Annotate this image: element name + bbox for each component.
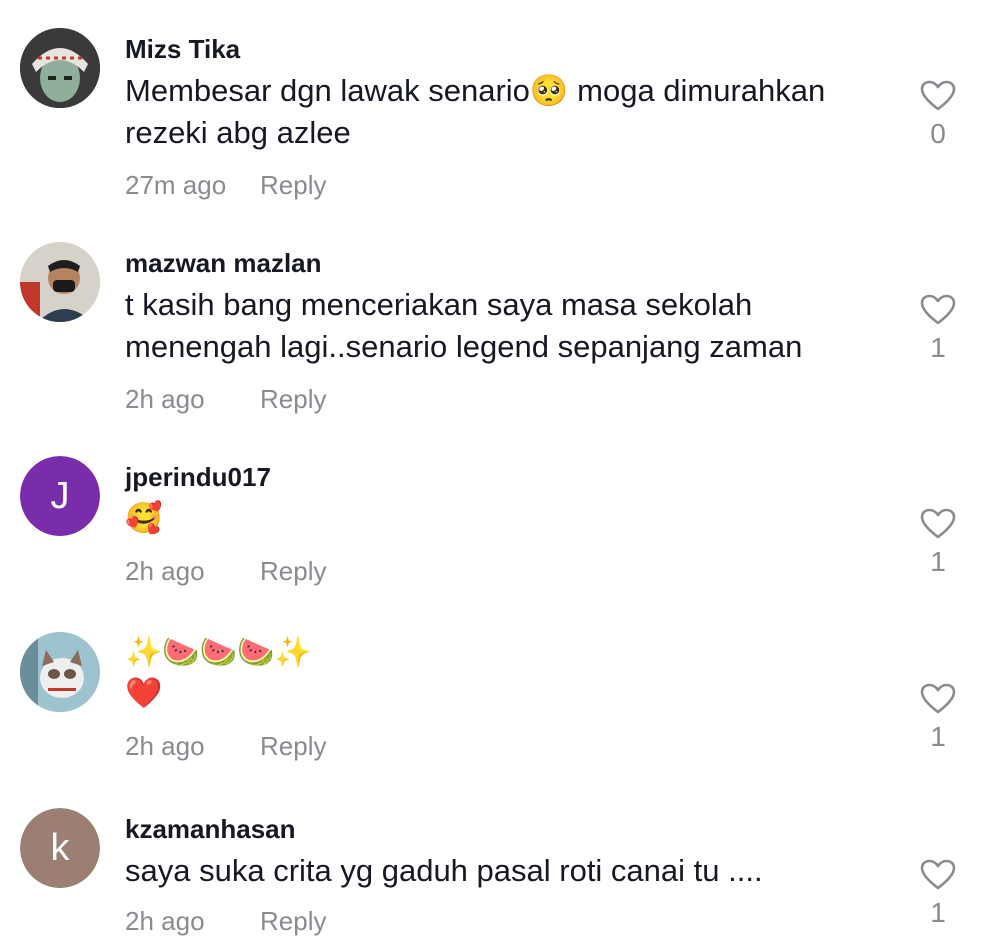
avatar-letter: k [50, 826, 70, 869]
comment-meta: 2h ago Reply [125, 906, 326, 937]
heart-outline-icon [920, 683, 956, 714]
like-count: 1 [930, 546, 946, 577]
heart-outline-icon [920, 508, 956, 539]
username[interactable]: Mizs Tika [125, 34, 240, 65]
heart-outline-icon [920, 294, 956, 325]
avatar[interactable]: k [20, 808, 100, 888]
reply-button[interactable]: Reply [260, 556, 326, 586]
timestamp: 2h ago [125, 906, 205, 936]
avatar-photo [20, 632, 100, 712]
like-count: 1 [930, 332, 946, 363]
avatar[interactable]: J [20, 456, 100, 536]
heart-outline-icon [920, 859, 956, 890]
avatar[interactable] [20, 242, 100, 322]
reply-button[interactable]: Reply [260, 170, 326, 200]
like-count: 1 [930, 897, 946, 928]
avatar[interactable] [20, 632, 100, 712]
username[interactable]: kzamanhasan [125, 814, 296, 845]
like-button[interactable]: 1 [910, 859, 966, 929]
comment-item: ✨🍉🍉🍉✨ ❤️ 2h ago Reply 1 [0, 605, 1006, 785]
timestamp: 2h ago [125, 384, 205, 414]
avatar-photo [20, 28, 100, 108]
comment-text-line2: ❤️ [125, 677, 163, 710]
username[interactable]: mazwan mazlan [125, 248, 322, 279]
comment-item: Mizs Tika Membesar dgn lawak senario🥺 mo… [0, 0, 1006, 210]
comment-meta: 2h ago Reply [125, 384, 326, 415]
comment-item: J jperindu017 🥰 2h ago Reply 1 [0, 430, 1006, 605]
comment-text-line1: ✨🍉🍉🍉✨ [125, 636, 312, 669]
like-count: 1 [930, 721, 946, 752]
reply-button[interactable]: Reply [260, 906, 326, 936]
comment-item: mazwan mazlan t kasih bang menceriakan s… [0, 210, 1006, 430]
like-button[interactable]: 1 [910, 508, 966, 578]
like-button[interactable]: 1 [910, 683, 966, 753]
avatar-photo [20, 242, 100, 322]
comment-text: Membesar dgn lawak senario🥺 moga dimurah… [125, 73, 826, 150]
comment-text: t kasih bang menceriakan saya masa sekol… [125, 287, 803, 364]
timestamp: 2h ago [125, 556, 205, 586]
timestamp: 2h ago [125, 731, 205, 761]
comment-text: saya suka crita yg gaduh pasal roti cana… [125, 853, 763, 888]
username[interactable]: jperindu017 [125, 462, 271, 493]
reply-button[interactable]: Reply [260, 384, 326, 414]
comment-text: 🥰 [125, 502, 163, 535]
like-count: 0 [930, 118, 946, 149]
like-button[interactable]: 1 [910, 294, 966, 364]
comment-item: k kzamanhasan saya suka crita yg gaduh p… [0, 785, 1006, 946]
avatar-letter: J [50, 474, 70, 517]
comment-meta: 2h ago Reply [125, 731, 326, 762]
heart-outline-icon [920, 80, 956, 111]
reply-button[interactable]: Reply [260, 731, 326, 761]
timestamp: 27m ago [125, 170, 227, 200]
avatar[interactable] [20, 28, 100, 108]
comment-meta: 27m ago Reply [125, 170, 326, 201]
comment-meta: 2h ago Reply [125, 556, 326, 587]
like-button[interactable]: 0 [910, 80, 966, 150]
